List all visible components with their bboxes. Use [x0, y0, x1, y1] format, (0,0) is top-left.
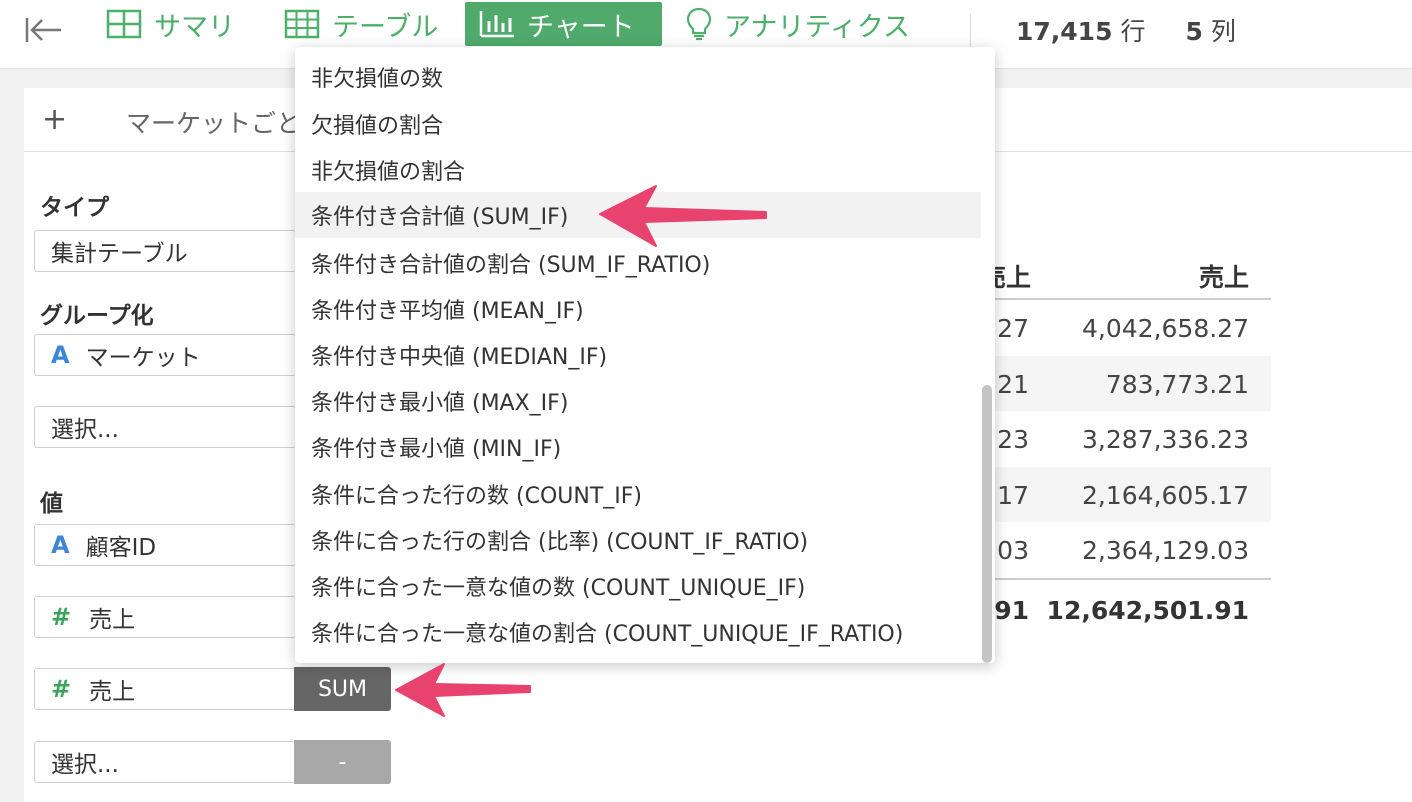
dropdown-item[interactable]: 条件付き平均値 (MEAN_IF)	[295, 286, 981, 332]
lightbulb-icon	[686, 7, 712, 41]
value-label: 値	[40, 491, 63, 517]
table-row: .17 2,164,605.17	[961, 466, 1271, 522]
table-header: 売上 売上	[961, 246, 1271, 300]
column-count: 5 列	[1185, 17, 1236, 46]
number-type-icon: #	[51, 675, 72, 703]
group-select[interactable]: 選択...	[34, 406, 296, 448]
table-cell: 783,773.21	[1105, 369, 1249, 399]
value-field-sales-1[interactable]: # 売上	[34, 596, 296, 638]
tab-table[interactable]: テーブル	[270, 2, 452, 46]
type-select[interactable]: 集計テーブル	[34, 230, 296, 272]
table-cell: 2,164,605.17	[1082, 480, 1249, 510]
value-placeholder: 選択...	[51, 752, 119, 778]
chart-tab[interactable]: マーケットごと	[126, 104, 301, 140]
table-cell: 3,287,336.23	[1082, 425, 1249, 454]
aggregation-placeholder-button[interactable]: -	[294, 740, 391, 784]
table-cell: 4,042,658.27	[1082, 314, 1249, 343]
value-field-name: 売上	[89, 607, 136, 633]
table-row: .21 783,773.21	[961, 355, 1271, 411]
add-chart-button[interactable]: +	[42, 102, 67, 137]
data-counts: 17,415 行 5 列	[1016, 12, 1236, 48]
row-count: 17,415 行	[1016, 17, 1146, 46]
table-row: .03 2,364,129.03	[961, 522, 1271, 578]
dropdown-item[interactable]: 非欠損値の数	[295, 54, 981, 100]
value-field-sales-2[interactable]: # 売上	[34, 668, 296, 710]
table-total-cell: 12,642,501.91	[1046, 595, 1249, 625]
aggregation-button[interactable]: SUM	[294, 667, 391, 711]
aggregation-dropdown: 非欠損値の数 欠損値の割合 非欠損値の割合 条件付き合計値 (SUM_IF) 条…	[295, 47, 995, 663]
dropdown-item[interactable]: 条件付き中央値 (MEDIAN_IF)	[295, 332, 981, 378]
type-label: タイプ	[40, 195, 109, 221]
tab-summary[interactable]: サマリ	[92, 2, 249, 46]
tab-analytics-label: アナリティクス	[724, 11, 911, 43]
tab-analytics[interactable]: アナリティクス	[672, 2, 924, 46]
dropdown-item[interactable]: 条件に合った行の割合 (比率) (COUNT_IF_RATIO)	[295, 517, 981, 563]
table-row: .23 3,287,336.23	[961, 411, 1271, 467]
dropdown-item[interactable]: 条件に合った一意な値の割合 (COUNT_UNIQUE_IF_RATIO)	[295, 609, 981, 655]
annotation-arrow-icon	[395, 663, 531, 717]
group-label: グループ化	[40, 303, 154, 329]
column-header[interactable]: 売上	[1199, 258, 1249, 294]
group-field[interactable]: A マーケット	[34, 334, 296, 376]
tab-chart-label: チャート	[527, 11, 635, 43]
tab-table-label: テーブル	[332, 11, 439, 43]
type-value: 集計テーブル	[51, 241, 188, 267]
annotation-arrow-icon	[599, 185, 767, 247]
dropdown-item[interactable]: 条件に合った行の数 (COUNT_IF)	[295, 471, 981, 517]
dropdown-item[interactable]: 条件付き最小値 (MIN_IF)	[295, 424, 981, 470]
table-total-row: .91 12,642,501.91	[961, 577, 1271, 636]
table-row: .27 4,042,658.27	[961, 300, 1271, 356]
value-field-customer[interactable]: A 顧客ID	[34, 524, 296, 566]
number-type-icon: #	[51, 603, 72, 631]
dropdown-item[interactable]: 条件付き最小値 (MAX_IF)	[295, 378, 981, 424]
dropdown-item[interactable]: 条件に合った一意な値の数 (COUNT_UNIQUE_IF)	[295, 563, 981, 609]
value-select[interactable]: 選択...	[34, 741, 296, 783]
value-field-name: 顧客ID	[85, 535, 157, 561]
tab-chart[interactable]: チャート	[465, 2, 662, 46]
table-cell: 2,364,129.03	[1082, 536, 1249, 565]
text-type-icon: A	[51, 531, 70, 559]
table-icon	[284, 9, 320, 39]
value-field-name: 売上	[89, 679, 136, 705]
table-body: .27 4,042,658.27 .21 783,773.21 .23 3,28…	[961, 300, 1271, 578]
bar-chart-icon	[479, 11, 514, 38]
dropdown-item[interactable]: 欠損値の割合	[295, 101, 981, 147]
dropdown-scrollbar[interactable]	[982, 385, 992, 663]
text-type-icon: A	[51, 341, 70, 369]
result-table: 売上 売上 .27 4,042,658.27 .21 783,773.21 .2…	[961, 246, 1271, 636]
tab-summary-label: サマリ	[154, 11, 235, 43]
toolbar-divider	[970, 14, 971, 48]
group-placeholder: 選択...	[51, 417, 119, 443]
collapse-left-icon[interactable]	[24, 14, 64, 46]
grid-icon	[106, 9, 142, 39]
group-field-name: マーケット	[85, 345, 201, 371]
